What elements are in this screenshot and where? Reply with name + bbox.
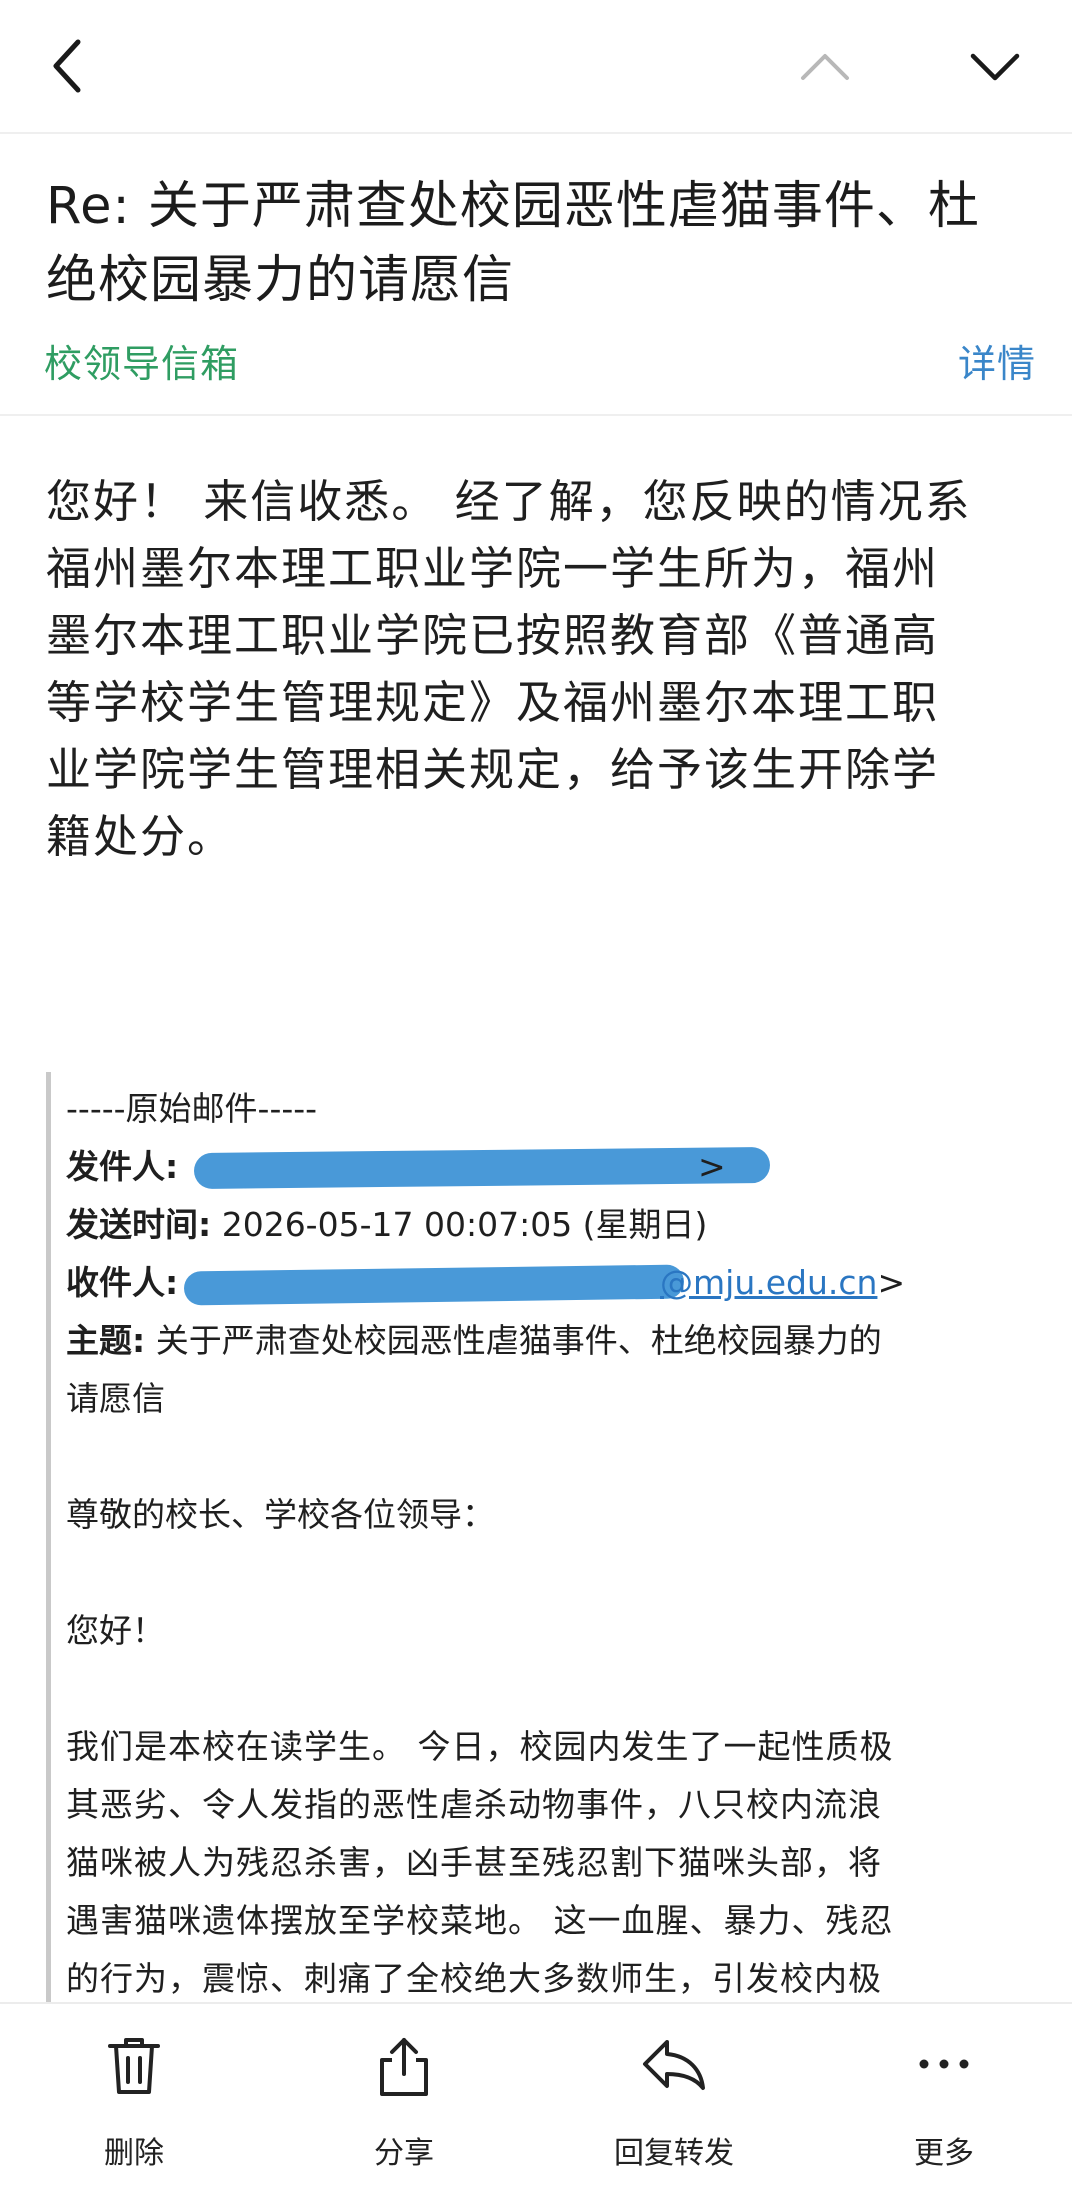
subject-divider (0, 414, 1072, 416)
body-line: 其恶劣、令人发指的恶性虐杀动物事件，八只校内流浪 (66, 1785, 882, 1824)
to-row: 收件人: @mju.edu.cn> (66, 1254, 1056, 1312)
chevron-left-icon (53, 39, 81, 93)
more-icon (919, 2059, 969, 2069)
reply-line: 等学校学生管理规定》及福州墨尔本理工职 (46, 676, 940, 729)
to-domain[interactable]: @mju.edu.cn (660, 1263, 877, 1302)
delete-button[interactable]: 删除 (34, 2004, 234, 2190)
sender-name[interactable]: 校领导信箱 (44, 333, 239, 388)
original-message: -----原始邮件----- 发件人: > 发送时间: 2026-05-17 0… (66, 1080, 1056, 2008)
back-button[interactable] (30, 28, 106, 104)
email-subject: Re: 关于严肃查处校园恶性虐猫事件、杜 绝校园暴力的请愿信 (46, 170, 1026, 318)
toolbar-label: 更多 (914, 2136, 974, 2171)
reply-line: 墨尔本理工职业学院已按照教育部《普通高 (46, 609, 940, 662)
share-icon (380, 2038, 428, 2096)
body-line: 的行为，震惊、刺痛了全校绝大多数师生，引发校内极 (66, 1959, 882, 1998)
reply-line: 籍处分。 (46, 810, 235, 863)
more-button[interactable]: 更多 (844, 2004, 1044, 2190)
subject-value-cont: 请愿信 (66, 1379, 165, 1418)
reply-line: 您好！ 来信收悉。 经了解，您反映的情况系 (46, 475, 972, 528)
chevron-up-icon (801, 54, 849, 80)
previous-email-button[interactable] (790, 32, 860, 102)
subject-line: Re: 关于严肃查处校园恶性虐猫事件、杜 (46, 177, 980, 236)
reply-line: 业学院学生管理相关规定，给予该生开除学 (46, 743, 940, 796)
sent-value: 2026-05-17 00:07:05 (星期日) (221, 1205, 708, 1244)
next-email-button[interactable] (960, 32, 1030, 102)
to-label: 收件人: (66, 1263, 179, 1302)
body-line: 遇害猫咪遗体摆放至学校菜地。 这一血腥、暴力、残忍 (66, 1901, 894, 1940)
reply-body: 您好！ 来信收悉。 经了解，您反映的情况系 福州墨尔本理工职业学院一学生所为，福… (46, 468, 1046, 870)
original-body: 我们是本校在读学生。 今日，校园内发生了一起性质极 其恶劣、令人发指的恶性虐杀动… (66, 1718, 1056, 2008)
original-separator: -----原始邮件----- (66, 1089, 318, 1128)
greeting: 您好！ (66, 1611, 165, 1650)
chevron-down-icon (970, 53, 1020, 81)
reply-line: 福州墨尔本理工职业学院一学生所为，福州 (46, 542, 940, 595)
header-divider (0, 132, 1072, 134)
from-label: 发件人: (66, 1147, 179, 1186)
sent-label: 发送时间: (66, 1205, 212, 1244)
subject-value: 关于严肃查处校园恶性虐猫事件、杜绝校园暴力的 (155, 1321, 882, 1360)
share-button[interactable]: 分享 (304, 2004, 504, 2190)
redaction-mark (183, 1264, 685, 1306)
details-link[interactable]: 详情 (958, 333, 1036, 388)
body-line: 我们是本校在读学生。 今日，校园内发生了一起性质极 (66, 1727, 894, 1766)
to-tail: > (877, 1263, 906, 1302)
trash-icon (108, 2038, 160, 2094)
redaction-mark (193, 1146, 771, 1190)
reply-icon (643, 2040, 705, 2090)
bottom-toolbar: 删除 分享 回复转发 更多 (0, 2002, 1072, 2190)
subject-line: 绝校园暴力的请愿信 (46, 251, 515, 310)
toolbar-label: 删除 (104, 2136, 164, 2171)
body-line: 猫咪被人为残忍杀害，凶手甚至残忍割下猫咪头部，将 (66, 1843, 882, 1882)
toolbar-label: 分享 (374, 2136, 434, 2171)
sent-row: 发送时间: 2026-05-17 00:07:05 (星期日) (66, 1196, 1056, 1254)
subject-row: 主题: 关于严肃查处校园恶性虐猫事件、杜绝校园暴力的 请愿信 (66, 1312, 1056, 1428)
salutation: 尊敬的校长、学校各位领导： (66, 1495, 495, 1534)
to-address: @mju.edu.cn> (660, 1254, 905, 1312)
from-tail: > (698, 1147, 726, 1186)
subject-label: 主题: (66, 1321, 146, 1360)
toolbar-label: 回复转发 (614, 2136, 734, 2171)
quote-bar (46, 1072, 51, 2012)
reply-forward-button[interactable]: 回复转发 (574, 2004, 774, 2190)
from-row: 发件人: > (66, 1138, 1056, 1196)
top-nav-bar (0, 0, 1072, 132)
